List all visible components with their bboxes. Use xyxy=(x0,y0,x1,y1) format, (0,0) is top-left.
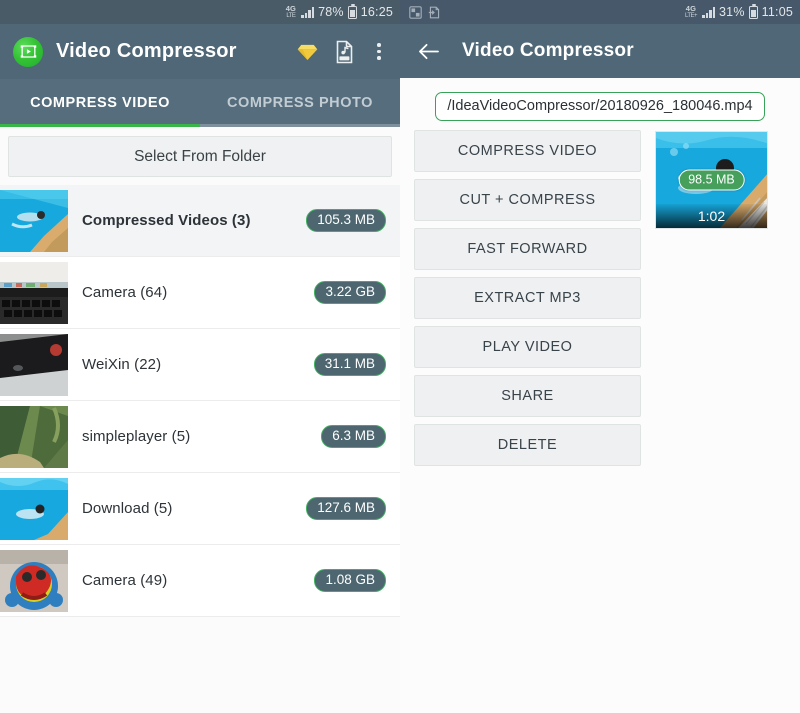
clock-label: 11:05 xyxy=(762,5,793,19)
delete-button[interactable]: DELETE xyxy=(414,424,641,466)
right-status-indicators: 4G LTE+ 31% 11:05 xyxy=(685,5,793,19)
list-item[interactable]: Camera (49) 1.08 GB xyxy=(0,545,400,617)
overflow-menu-icon[interactable] xyxy=(372,39,386,64)
right-app-bar: Video Compressor xyxy=(400,24,800,78)
battery-percent-label: 31% xyxy=(719,5,745,19)
network-type-label: 4G xyxy=(286,5,296,13)
folder-list: Compressed Videos (3) 105.3 MB xyxy=(0,185,400,617)
right-status-notifications xyxy=(409,6,685,19)
tab-compress-photo[interactable]: COMPRESS PHOTO xyxy=(200,79,400,127)
extract-mp3-label: EXTRACT MP3 xyxy=(474,290,581,306)
screenshot-icon xyxy=(409,6,422,19)
left-status-bar: 4G LTE 78% 16:25 xyxy=(0,0,400,24)
file-transfer-icon xyxy=(428,6,441,19)
video-preview-card[interactable]: 98.5 MB 1:02 xyxy=(655,131,768,229)
page-title: Video Compressor xyxy=(56,40,282,63)
file-path-row: /IdeaVideoCompressor/20180926_180046.mp4 xyxy=(400,78,800,130)
folder-name: simpleplayer (5) xyxy=(68,428,321,445)
folder-size-badge: 31.1 MB xyxy=(314,353,386,377)
battery-icon xyxy=(348,6,357,19)
folder-thumbnail xyxy=(0,478,68,540)
list-item[interactable]: Compressed Videos (3) 105.3 MB xyxy=(0,185,400,257)
list-item[interactable]: Camera (64) 3.22 GB xyxy=(0,257,400,329)
play-video-label: PLAY VIDEO xyxy=(483,339,573,355)
network-sub-label: LTE xyxy=(286,13,295,19)
tab-compress-photo-label: COMPRESS PHOTO xyxy=(227,95,373,111)
diamond-icon[interactable] xyxy=(295,42,320,62)
list-item[interactable]: simpleplayer (5) 6.3 MB xyxy=(0,401,400,473)
folder-size-badge: 1.08 GB xyxy=(314,569,386,593)
folder-size-badge: 105.3 MB xyxy=(306,209,386,233)
share-button[interactable]: SHARE xyxy=(414,375,641,417)
action-button-list: COMPRESS VIDEO CUT + COMPRESS FAST FORWA… xyxy=(414,130,641,466)
left-status-indicators: 4G LTE 78% 16:25 xyxy=(286,5,393,19)
right-status-bar: 4G LTE+ 31% 11:05 xyxy=(400,0,800,24)
battery-icon xyxy=(749,6,758,19)
folder-thumbnail xyxy=(0,334,68,396)
play-video-button[interactable]: PLAY VIDEO xyxy=(414,326,641,368)
mp3-file-icon[interactable] xyxy=(335,40,357,64)
app-bar-actions xyxy=(295,39,390,64)
select-from-folder-label: Select From Folder xyxy=(134,148,266,166)
folder-size-badge: 6.3 MB xyxy=(321,425,386,449)
folder-thumbnail xyxy=(0,190,68,252)
network-type-icon: 4G LTE+ xyxy=(685,5,697,19)
tab-bar: COMPRESS VIDEO COMPRESS PHOTO xyxy=(0,79,400,127)
folder-name: Download (5) xyxy=(68,500,306,517)
signal-strength-icon xyxy=(702,7,715,18)
folder-name: Camera (64) xyxy=(68,284,314,301)
clock-label: 16:25 xyxy=(361,5,393,19)
right-phone-panel: 4G LTE+ 31% 11:05 Video Compressor /Idea… xyxy=(400,0,800,713)
folder-name: Compressed Videos (3) xyxy=(68,212,306,229)
tab-compress-video[interactable]: COMPRESS VIDEO xyxy=(0,79,200,127)
page-title: Video Compressor xyxy=(462,40,790,62)
fast-forward-label: FAST FORWARD xyxy=(467,241,587,257)
folder-thumbnail xyxy=(0,262,68,324)
video-compressor-logo-icon xyxy=(13,37,43,67)
compress-video-button[interactable]: COMPRESS VIDEO xyxy=(414,130,641,172)
tab-active-indicator xyxy=(0,124,200,128)
right-content: COMPRESS VIDEO CUT + COMPRESS FAST FORWA… xyxy=(400,130,800,466)
network-sub-label: LTE+ xyxy=(685,13,697,19)
folder-name: Camera (49) xyxy=(68,572,314,589)
network-type-icon: 4G LTE xyxy=(286,5,296,19)
battery-percent-label: 78% xyxy=(318,5,344,19)
left-app-bar: Video Compressor xyxy=(0,24,400,79)
back-arrow-icon[interactable] xyxy=(413,36,443,66)
folder-size-badge: 3.22 GB xyxy=(314,281,386,305)
select-from-folder-button[interactable]: Select From Folder xyxy=(8,136,392,177)
tab-compress-video-label: COMPRESS VIDEO xyxy=(30,95,170,111)
list-item[interactable]: WeiXin (22) 31.1 MB xyxy=(0,329,400,401)
share-label: SHARE xyxy=(501,388,553,404)
cut-compress-label: CUT + COMPRESS xyxy=(459,192,595,208)
left-phone-panel: 4G LTE 78% 16:25 Video Co xyxy=(0,0,400,713)
folder-thumbnail xyxy=(0,550,68,612)
compress-video-label: COMPRESS VIDEO xyxy=(458,143,597,159)
folder-thumbnail xyxy=(0,406,68,468)
fast-forward-button[interactable]: FAST FORWARD xyxy=(414,228,641,270)
signal-strength-icon xyxy=(301,7,314,18)
folder-size-badge: 127.6 MB xyxy=(306,497,386,521)
network-type-label: 4G xyxy=(686,5,696,13)
video-duration-label: 1:02 xyxy=(656,204,767,228)
dual-phone-screenshot: 4G LTE 78% 16:25 Video Co xyxy=(0,0,800,713)
extract-mp3-button[interactable]: EXTRACT MP3 xyxy=(414,277,641,319)
video-size-badge: 98.5 MB xyxy=(678,170,745,191)
folder-name: WeiXin (22) xyxy=(68,356,314,373)
delete-label: DELETE xyxy=(498,437,557,453)
file-path-badge[interactable]: /IdeaVideoCompressor/20180926_180046.mp4 xyxy=(435,92,764,121)
cut-compress-button[interactable]: CUT + COMPRESS xyxy=(414,179,641,221)
list-item[interactable]: Download (5) 127.6 MB xyxy=(0,473,400,545)
